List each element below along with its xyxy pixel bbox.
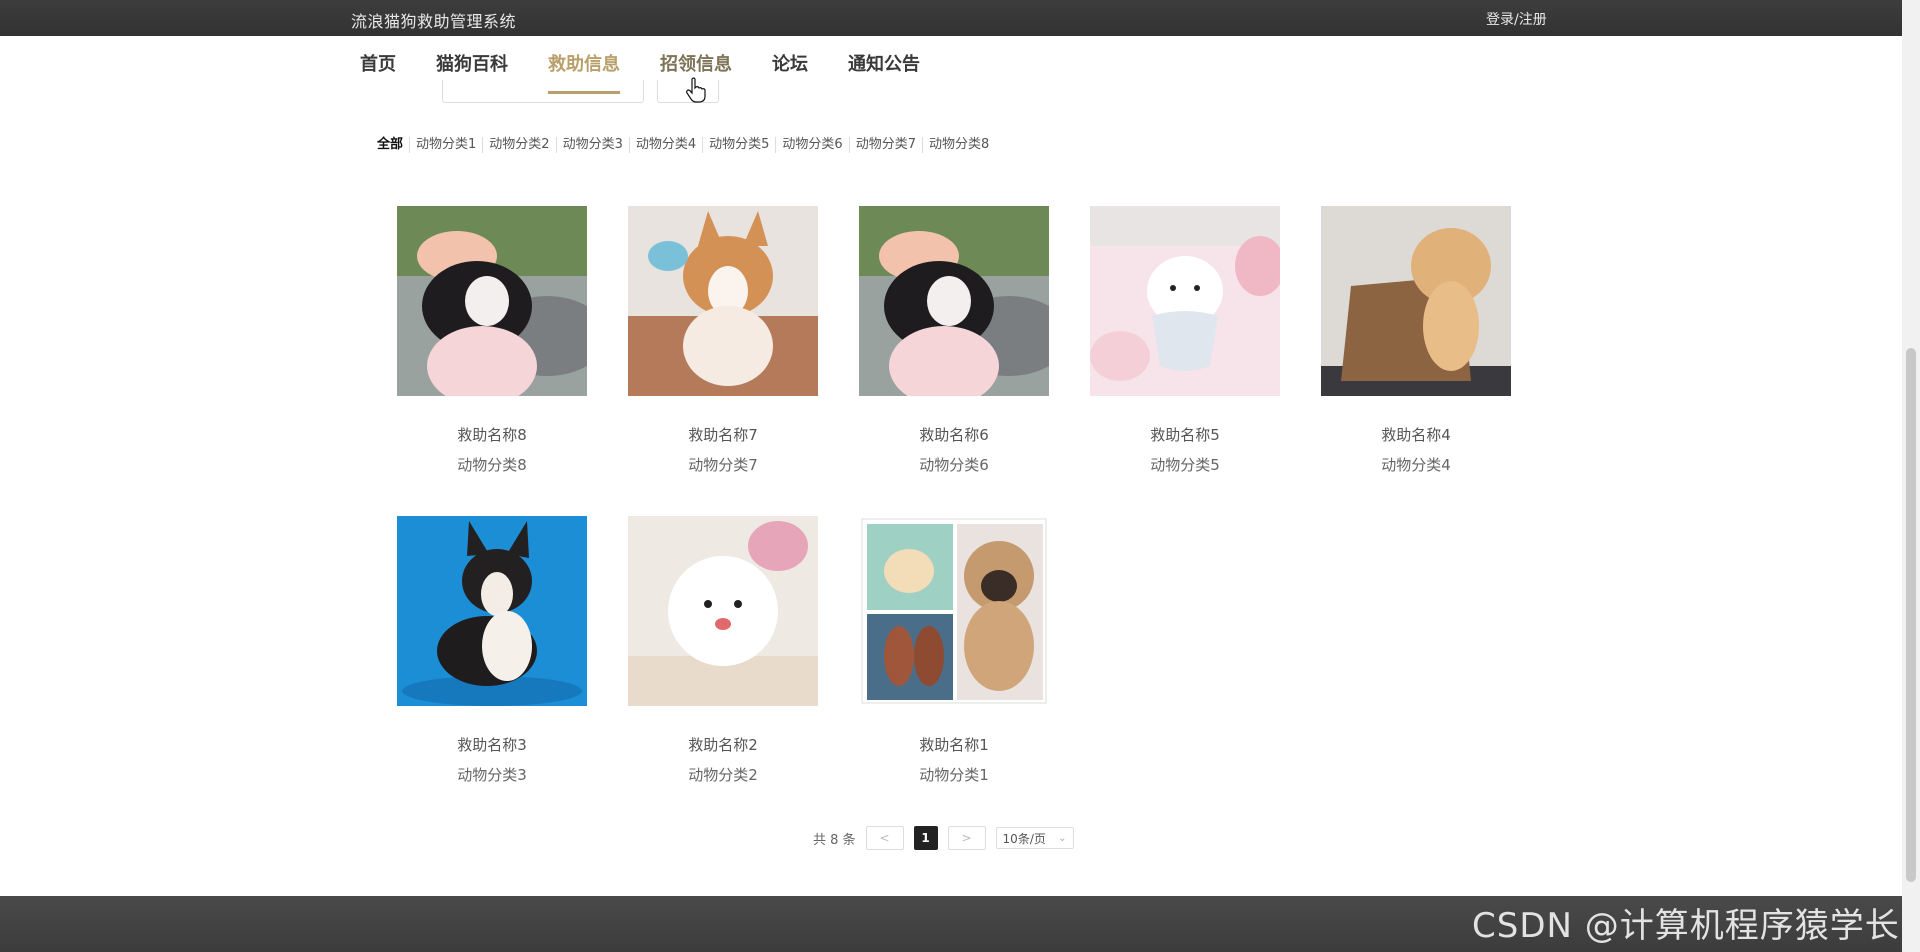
- rescue-card[interactable]: 救助名称7 动物分类7: [628, 206, 818, 475]
- pet-photo-image: [628, 516, 818, 706]
- page: 流浪猫狗救助管理系统 登录/注册 首页 猫狗百科 救助信息 招领信息 论坛 通知…: [0, 0, 1920, 952]
- rescue-card[interactable]: 救助名称3 动物分类3: [397, 516, 587, 785]
- rescue-category: 动物分类7: [688, 456, 758, 474]
- page-size-label: 10条/页: [1002, 831, 1046, 846]
- nav-announcements[interactable]: 通知公告: [848, 52, 920, 92]
- chevron-down-icon: ⌄: [1058, 832, 1067, 844]
- category-item[interactable]: 动物分类4: [628, 137, 702, 153]
- rescue-name: 救助名称8: [457, 426, 527, 444]
- pet-photo-image: [397, 516, 587, 706]
- rescue-category: 动物分类6: [919, 456, 989, 474]
- rescue-card[interactable]: 救助名称5 动物分类5: [1090, 206, 1285, 475]
- rescue-category: 动物分类4: [1381, 456, 1451, 474]
- category-item[interactable]: 动物分类7: [848, 137, 922, 153]
- rescue-category: 动物分类3: [457, 766, 527, 784]
- page-number-current[interactable]: 1: [913, 826, 938, 850]
- rescue-card[interactable]: 救助名称2 动物分类2: [628, 516, 818, 785]
- pet-photo-image: [859, 206, 1069, 406]
- category-item[interactable]: 动物分类3: [555, 137, 629, 153]
- pagination-total: 共 8 条: [813, 832, 856, 848]
- rescue-category: 动物分类1: [919, 766, 989, 784]
- pet-photo-image: [1090, 206, 1285, 396]
- rescue-card[interactable]: 救助名称1 动物分类1: [859, 516, 1049, 785]
- rescue-name: 救助名称6: [919, 426, 989, 444]
- rescue-card[interactable]: 救助名称6 动物分类6: [859, 206, 1069, 475]
- category-item[interactable]: 动物分类5: [702, 137, 775, 153]
- rescue-name: 救助名称4: [1381, 426, 1451, 444]
- rescue-name: 救助名称5: [1150, 426, 1220, 444]
- category-item[interactable]: 动物分类1: [409, 137, 482, 153]
- hand-cursor-icon: [686, 77, 706, 103]
- rescue-name: 救助名称2: [688, 736, 758, 754]
- search-input[interactable]: [442, 80, 644, 103]
- site-title: 流浪猫狗救助管理系统: [351, 12, 517, 31]
- next-page-button[interactable]: >: [947, 826, 986, 850]
- rescue-card[interactable]: 救助名称8 动物分类8: [397, 206, 607, 475]
- page-size-select[interactable]: 10条/页 ⌄: [995, 827, 1074, 849]
- category-all[interactable]: 全部: [377, 137, 409, 153]
- rescue-card[interactable]: 救助名称4 动物分类4: [1321, 206, 1511, 475]
- pagination: 共 8 条 < 1 > 10条/页 ⌄: [813, 826, 1074, 850]
- login-register-link[interactable]: 登录/注册: [1486, 9, 1547, 29]
- watermark-text: CSDN @计算机程序猿学长: [1472, 906, 1900, 946]
- category-item[interactable]: 动物分类2: [482, 137, 555, 153]
- nav-home[interactable]: 首页: [360, 52, 396, 92]
- rescue-name: 救助名称3: [457, 736, 527, 754]
- top-bar: 流浪猫狗救助管理系统 登录/注册: [0, 0, 1920, 36]
- category-item[interactable]: 动物分类8: [921, 137, 995, 153]
- nav-forum[interactable]: 论坛: [772, 52, 808, 92]
- page-scrollbar[interactable]: [1902, 0, 1920, 952]
- rescue-category: 动物分类5: [1150, 456, 1220, 474]
- scrollbar-thumb[interactable]: [1906, 348, 1916, 882]
- rescue-name: 救助名称7: [688, 426, 758, 444]
- pet-photo-image: [1321, 206, 1511, 396]
- pet-photo-image: [628, 206, 818, 396]
- rescue-category: 动物分类8: [457, 456, 527, 474]
- pet-photo-image: [861, 518, 1047, 704]
- pet-photo-image: [397, 206, 607, 406]
- category-item[interactable]: 动物分类6: [775, 137, 848, 153]
- rescue-name: 救助名称1: [919, 736, 989, 754]
- category-filter: 全部 动物分类1 动物分类2 动物分类3 动物分类4 动物分类5 动物分类6 动…: [377, 137, 995, 153]
- prev-page-button[interactable]: <: [865, 826, 904, 850]
- rescue-category: 动物分类2: [688, 766, 758, 784]
